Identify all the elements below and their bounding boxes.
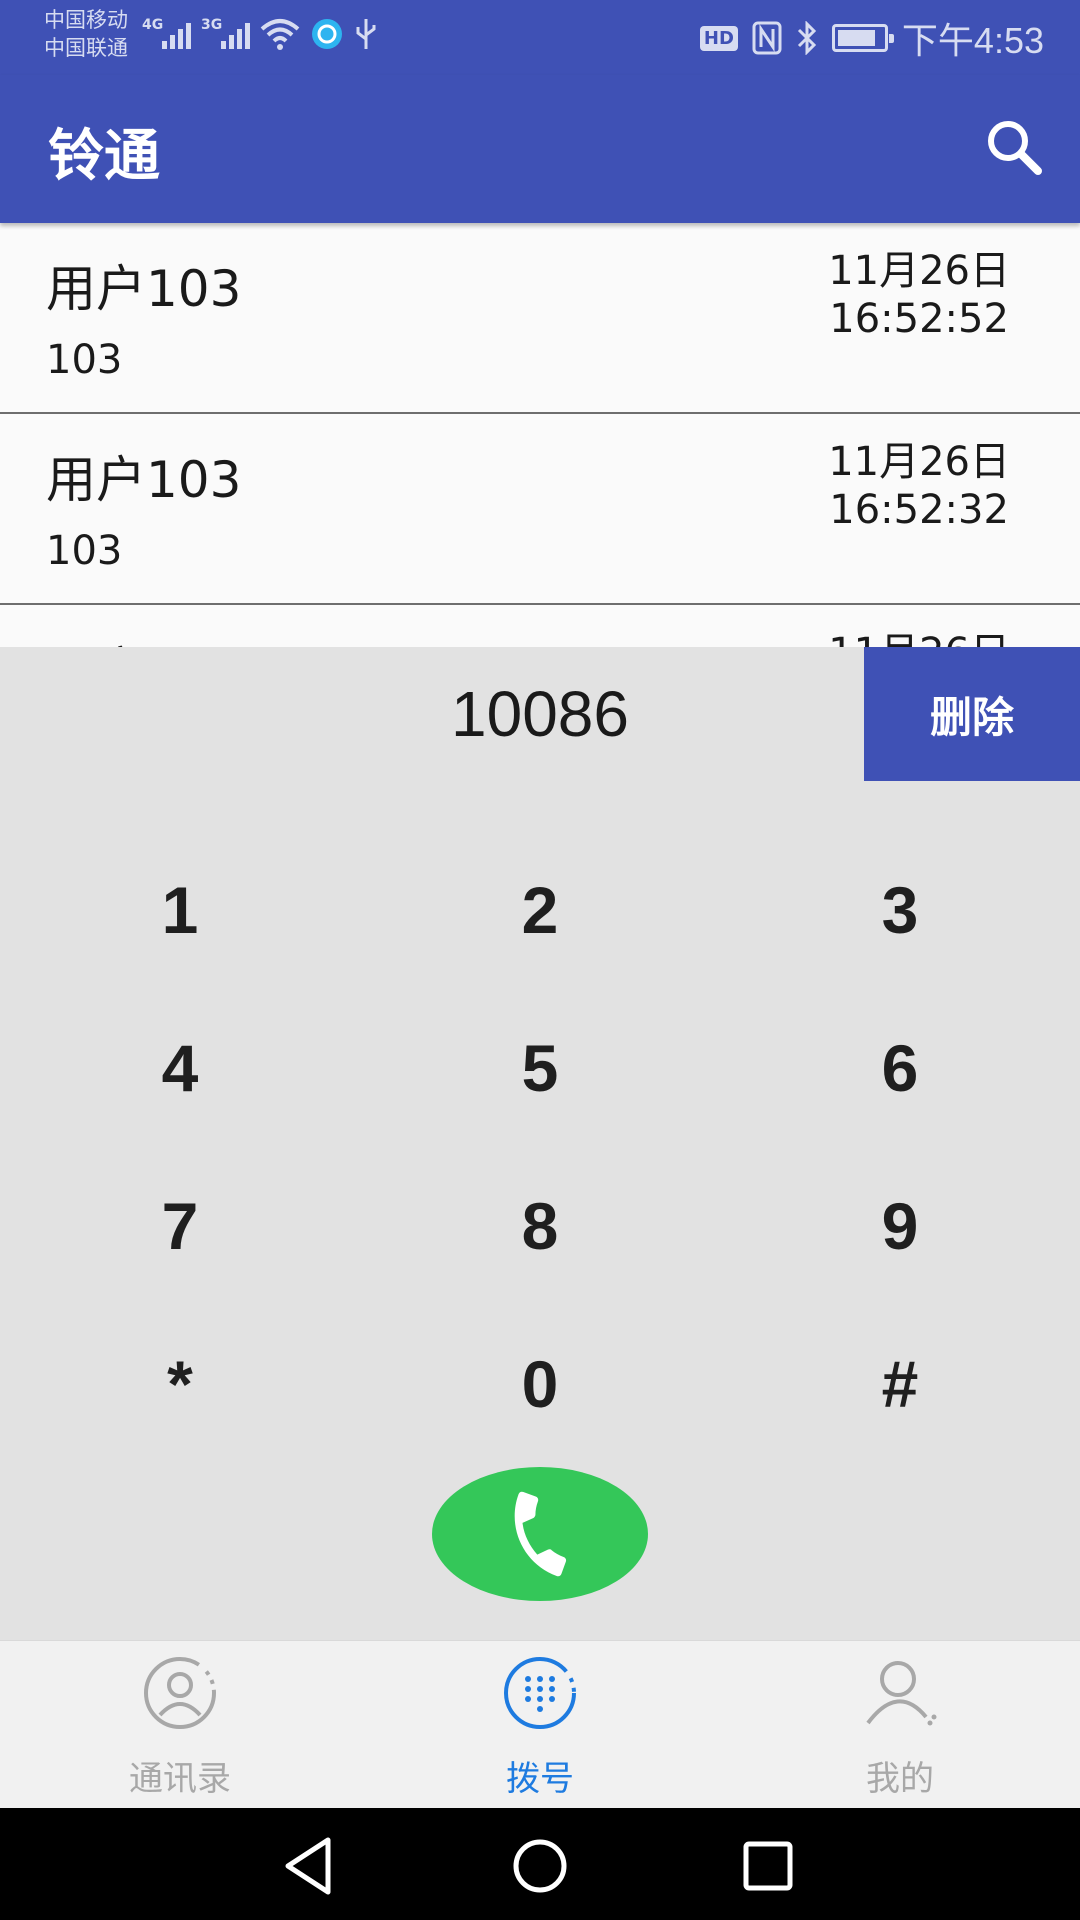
call-time: 16:52:32 [829, 487, 1009, 533]
contact-number: 103 [46, 337, 123, 383]
contact-number: 103 [46, 528, 123, 574]
phone-icon [514, 1491, 567, 1577]
call-log-list[interactable]: 用户103 103 11月26日 16:52:52 用户103 103 11月2… [0, 223, 1080, 647]
tab-dialpad[interactable]: 拨号 [360, 1641, 720, 1809]
contact-name: 用户103 [46, 260, 242, 318]
delete-button[interactable]: 删除 [864, 647, 1080, 781]
bluetooth-icon [797, 21, 817, 55]
recents-icon [743, 1841, 793, 1891]
tab-dialpad-label: 拨号 [506, 1759, 574, 1799]
call-date: 11月26日 [828, 439, 1010, 485]
status-bar: 中国移动 中国联通 4G 3G HD 下午4:53 [0, 0, 1080, 75]
app-bar: 铃通 [0, 75, 1080, 223]
dialed-number-display: 10086 [451, 678, 629, 750]
call-date: 11月26日 [828, 629, 1010, 647]
search-button[interactable] [970, 103, 1060, 193]
tab-profile-label: 我的 [866, 1759, 934, 1799]
wifi-icon [260, 19, 300, 50]
tab-contacts-label: 通讯录 [129, 1759, 231, 1799]
contacts-icon [144, 1657, 216, 1729]
usb-icon [356, 19, 376, 49]
status-right-icons: HD 下午4:53 [699, 10, 1044, 66]
battery-icon [831, 24, 894, 52]
key-hash[interactable]: # [720, 1305, 1080, 1463]
hd-voice-icon: HD [699, 25, 738, 51]
profile-icon [866, 1661, 937, 1726]
key-2[interactable]: 2 [360, 831, 720, 989]
tab-contacts[interactable]: 通讯录 [0, 1641, 360, 1809]
back-button[interactable] [270, 1826, 350, 1906]
call-log-item[interactable]: 用户103 103 11月26日 16:52:52 [0, 223, 1080, 414]
call-log-item[interactable]: 用户103 103 11月26日 16:52:32 [0, 414, 1080, 605]
recents-button[interactable] [728, 1826, 808, 1906]
signal-3g-icon: 3G [201, 17, 250, 49]
home-button[interactable] [500, 1826, 580, 1906]
key-7[interactable]: 7 [0, 1147, 360, 1305]
contact-name: 用户103 [46, 631, 241, 647]
status-time: 下午4:53 [901, 20, 1044, 61]
home-icon [513, 1839, 567, 1893]
dialpad-icon [504, 1657, 576, 1729]
tab-profile[interactable]: 我的 [720, 1641, 1080, 1809]
dialer-panel: 10086 删除 1 2 3 4 5 6 7 8 9 * 0 # [0, 647, 1080, 1640]
call-timestamp: 11月26日 16:52:32 [828, 438, 1010, 534]
app-title: 铃通 [48, 124, 160, 189]
call-timestamp: 11月26日 16:52:52 [828, 247, 1010, 343]
bottom-navigation: 通讯录 拨号 我的 [0, 1640, 1080, 1808]
system-navigation-bar [0, 1808, 1080, 1920]
call-button[interactable] [432, 1467, 648, 1601]
carrier-labels: 中国移动 中国联通 [44, 6, 128, 62]
call-time: 16:52:52 [829, 296, 1009, 342]
key-3[interactable]: 3 [720, 831, 1080, 989]
status-left-icons: 4G 3G [142, 14, 378, 54]
key-0[interactable]: 0 [360, 1305, 720, 1463]
carrier-1: 中国移动 [44, 8, 128, 32]
key-1[interactable]: 1 [0, 831, 360, 989]
call-timestamp: 11月26日 [828, 629, 1010, 647]
contact-name: 用户103 [46, 451, 242, 509]
key-9[interactable]: 9 [720, 1147, 1080, 1305]
key-4[interactable]: 4 [0, 989, 360, 1147]
nfc-icon [752, 21, 782, 55]
keypad: 1 2 3 4 5 6 7 8 9 * 0 # [0, 831, 1080, 1463]
call-log-item[interactable]: 用户103 11月26日 [0, 605, 1080, 647]
carrier-2: 中国联通 [44, 36, 128, 60]
back-icon [285, 1837, 331, 1895]
app-notification-icon [312, 19, 342, 49]
key-5[interactable]: 5 [360, 989, 720, 1147]
call-date: 11月26日 [828, 248, 1010, 294]
signal-4g-icon: 4G [142, 17, 191, 49]
key-star[interactable]: * [0, 1305, 360, 1463]
search-icon [988, 121, 1042, 175]
key-8[interactable]: 8 [360, 1147, 720, 1305]
key-6[interactable]: 6 [720, 989, 1080, 1147]
